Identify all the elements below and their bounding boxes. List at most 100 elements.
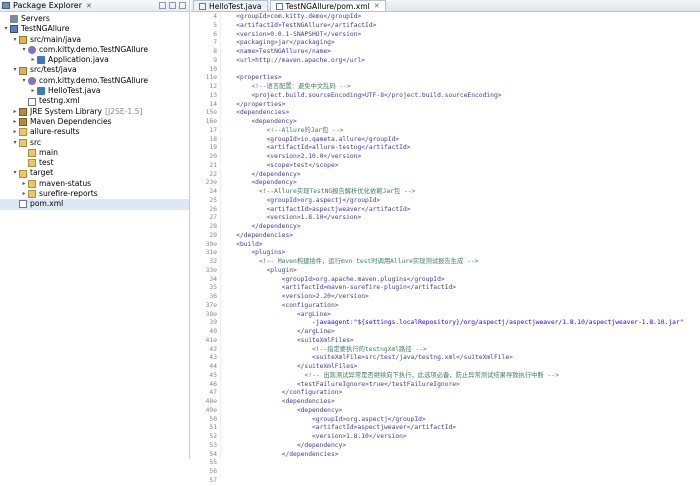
- close-icon[interactable]: ✕: [86, 2, 92, 10]
- expanded-arrow-icon[interactable]: ▾: [20, 76, 28, 86]
- code-line[interactable]: <scope>test</scope>: [221, 162, 700, 171]
- code-line[interactable]: <groupId>org.aspectj</groupId>: [221, 416, 700, 425]
- code-line[interactable]: <artifactId>allure-testng</artifactId>: [221, 144, 700, 153]
- tree-item[interactable]: Servers: [0, 14, 189, 24]
- tree-item[interactable]: main: [0, 148, 189, 158]
- code-line[interactable]: <artifactId>aspectjweaver</artifactId>: [221, 424, 700, 433]
- view-menu-icon[interactable]: [179, 2, 186, 9]
- tree-item[interactable]: ▾ TestNGAllure: [0, 24, 189, 34]
- tree-item[interactable]: ▾ src/test/java: [0, 65, 189, 75]
- expanded-arrow-icon[interactable]: ▾: [2, 24, 10, 34]
- tree-item[interactable]: ▸ allure-results: [0, 127, 189, 137]
- code-line[interactable]: </dependency>: [221, 223, 700, 232]
- code-line[interactable]: <dependencies>: [221, 398, 700, 407]
- expanded-arrow-icon[interactable]: ▾: [11, 65, 19, 75]
- collapsed-arrow-icon[interactable]: ▸: [20, 179, 28, 189]
- line-number: 24: [209, 188, 217, 195]
- code-line[interactable]: <!--指定要执行的testngXml路径 -->: [221, 346, 700, 355]
- editor-tab-label: HelloTest.java: [209, 1, 262, 11]
- code-line[interactable]: <packaging>jar</packaging>: [221, 39, 700, 48]
- tree-item[interactable]: ▸ surefire-reports: [0, 189, 189, 199]
- tree-item[interactable]: ▸ maven-status: [0, 179, 189, 189]
- tree-item[interactable]: ▸ JRE System Library [J2SE-1.5]: [0, 107, 189, 117]
- code-line[interactable]: <name>TestNGAllure</name>: [221, 48, 700, 57]
- tree-item[interactable]: pom.xml: [0, 199, 189, 210]
- collapsed-arrow-icon[interactable]: ▸: [11, 107, 19, 117]
- collapse-all-icon[interactable]: [159, 2, 166, 9]
- code-line[interactable]: <groupId>org.apache.maven.plugins</group…: [221, 276, 700, 285]
- tree-item[interactable]: ▸ HelloTest.java: [0, 86, 189, 96]
- expanded-arrow-icon[interactable]: ▾: [11, 35, 19, 45]
- code-line[interactable]: <properties>: [221, 74, 700, 83]
- code-line[interactable]: <suiteXmlFiles>: [221, 337, 700, 346]
- code-line[interactable]: <dependency>: [221, 407, 700, 416]
- code-line[interactable]: <configuration>: [221, 302, 700, 311]
- package-explorer-title[interactable]: Package Explorer: [13, 1, 82, 10]
- code-line[interactable]: <!--语言配置：避免中文乱码 -->: [221, 83, 700, 92]
- expanded-arrow-icon[interactable]: ▾: [11, 138, 19, 148]
- code-line[interactable]: <version>1.8.10</version>: [221, 433, 700, 442]
- collapsed-arrow-icon[interactable]: ▸: [29, 55, 37, 65]
- code-line[interactable]: <dependency>: [221, 179, 700, 188]
- tree-item[interactable]: ▾ src/main/java: [0, 35, 189, 45]
- close-tab-icon[interactable]: ✕: [374, 1, 380, 12]
- code-editor[interactable]: <groupId>com.kitty.demo</groupId> <artif…: [221, 13, 700, 459]
- tree-item[interactable]: ▾ com.kitty.demo.TestNGAllure: [0, 76, 189, 86]
- editor-tab[interactable]: TestNGAllure/pom.xml ✕: [269, 0, 386, 12]
- tree-item[interactable]: testng.xml: [0, 96, 189, 106]
- tree-item[interactable]: ▸ Application.java: [0, 55, 189, 65]
- code-line[interactable]: <url>http://maven.apache.org</url>: [221, 57, 700, 66]
- editor-tab[interactable]: HelloTest.java: [193, 0, 268, 11]
- tree-item[interactable]: ▾ target: [0, 168, 189, 178]
- expanded-arrow-icon[interactable]: ▾: [20, 45, 28, 55]
- code-line[interactable]: [221, 66, 700, 75]
- code-line[interactable]: </dependency>: [221, 171, 700, 180]
- folder-icon: [19, 128, 27, 137]
- code-line[interactable]: </dependency>: [221, 442, 700, 451]
- collapsed-arrow-icon[interactable]: ▸: [29, 86, 37, 96]
- code-line[interactable]: </properties>: [221, 101, 700, 110]
- code-line[interactable]: </configuration>: [221, 389, 700, 398]
- code-line[interactable]: <suiteXmlFile>src/test/java/testng.xml</…: [221, 354, 700, 363]
- code-line[interactable]: </dependencies>: [221, 232, 700, 241]
- tree-item-label: com.kitty.demo.TestNGAllure: [39, 44, 149, 54]
- code-line[interactable]: <plugin>: [221, 267, 700, 276]
- code-line[interactable]: </dependencies>: [221, 451, 700, 460]
- code-line[interactable]: <dependency>: [221, 118, 700, 127]
- code-line[interactable]: <artifactId>maven-surefire-plugin</artif…: [221, 284, 700, 293]
- code-line[interactable]: <groupId>io.qameta.allure</groupId>: [221, 136, 700, 145]
- tree-item[interactable]: ▾ com.kitty.demo.TestNGAllure: [0, 45, 189, 55]
- line-number: 38⊖: [205, 310, 217, 318]
- code-line[interactable]: <groupId>org.aspectj</groupId>: [221, 197, 700, 206]
- code-line[interactable]: </suiteXmlFiles>: [221, 363, 700, 372]
- tree-item-label: Maven Dependencies: [30, 116, 112, 126]
- code-line[interactable]: <version>1.8.10</version>: [221, 214, 700, 223]
- tree-item[interactable]: test: [0, 158, 189, 168]
- code-line[interactable]: <argLine>: [221, 311, 700, 320]
- collapsed-arrow-icon[interactable]: ▸: [11, 127, 19, 137]
- code-line[interactable]: <!-- Maven构建插件，运行mvn test时调用Allure实现测试报告…: [221, 258, 700, 267]
- code-line[interactable]: <build>: [221, 241, 700, 250]
- code-line[interactable]: <plugins>: [221, 249, 700, 258]
- code-line[interactable]: -javaagent:"${settings.localRepository}/…: [221, 319, 700, 328]
- code-line[interactable]: <groupId>com.kitty.demo</groupId>: [221, 13, 700, 22]
- code-line[interactable]: <dependencies>: [221, 109, 700, 118]
- code-line[interactable]: <testFailureIgnore>true</testFailureIgno…: [221, 381, 700, 390]
- code-line[interactable]: <project.build.sourceEncoding>UTF-8</pro…: [221, 92, 700, 101]
- code-line[interactable]: <artifactId>aspectjweaver</artifactId>: [221, 206, 700, 215]
- collapsed-arrow-icon[interactable]: ▸: [20, 189, 28, 199]
- code-line[interactable]: <version>0.0.1-SNAPSHOT</version>: [221, 31, 700, 40]
- code-line[interactable]: <artifactId>TestNGAllure</artifactId>: [221, 22, 700, 31]
- link-editor-icon[interactable]: [169, 2, 176, 9]
- collapsed-arrow-icon[interactable]: ▸: [11, 117, 19, 127]
- expanded-arrow-icon[interactable]: ▾: [11, 168, 19, 178]
- java-file-icon: [37, 87, 45, 96]
- tree-item[interactable]: ▾ src: [0, 138, 189, 148]
- code-line[interactable]: <!--Allure的Jar包 -->: [221, 127, 700, 136]
- code-line[interactable]: <version>2.10.0</version>: [221, 153, 700, 162]
- code-line[interactable]: </argLine>: [221, 328, 700, 337]
- code-line[interactable]: <!--Allure实现TestNG报告解析优化依赖Jar包 -->: [221, 188, 700, 197]
- tree-item[interactable]: ▸ Maven Dependencies: [0, 117, 189, 127]
- code-line[interactable]: <!-- 出现测试异常是否继续向下执行，此选项必备，防止异常测试结果导致执行中断…: [221, 372, 700, 381]
- code-line[interactable]: <version>2.20</version>: [221, 293, 700, 302]
